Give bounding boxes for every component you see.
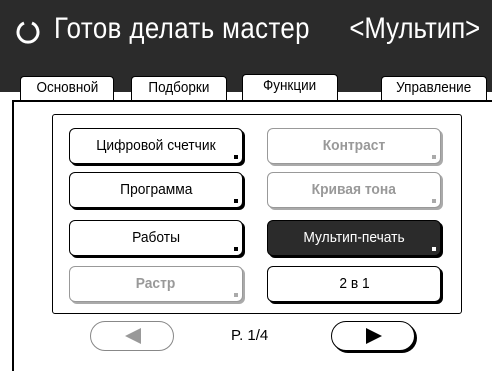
triangle-left-icon <box>125 328 141 344</box>
contrast-button[interactable]: Контраст <box>267 128 441 164</box>
functions-panel: Цифровой счетчик Контраст Программа Крив… <box>52 114 462 314</box>
tab-label: Управление <box>396 79 472 96</box>
tab-basic[interactable]: Основной <box>20 76 114 100</box>
tab-functions[interactable]: Функции <box>242 74 338 102</box>
button-label: Работы <box>132 229 180 246</box>
submenu-corner-icon <box>234 247 238 251</box>
tab-label: Функции <box>263 77 317 94</box>
button-label: Контраст <box>322 137 386 154</box>
button-label: Мультип-печать <box>303 229 405 246</box>
next-page-button[interactable] <box>331 321 415 351</box>
triangle-right-icon <box>366 328 382 344</box>
mode-text: <Мультип> <box>349 12 480 45</box>
multi-up-print-button[interactable]: Мультип-печать <box>267 220 441 256</box>
button-label: Цифровой счетчик <box>96 137 216 154</box>
tab-label: Подборки <box>148 79 210 96</box>
button-label: Растр <box>136 275 176 292</box>
tab-management[interactable]: Управление <box>381 76 487 100</box>
submenu-corner-icon <box>432 247 436 251</box>
tab-label: Основной <box>36 79 98 96</box>
submenu-corner-icon <box>432 155 436 159</box>
page-indicator: P. 1/4 <box>231 327 269 344</box>
tone-curve-button[interactable]: Кривая тона <box>267 172 441 208</box>
button-label: Кривая тона <box>311 181 397 198</box>
submenu-corner-icon <box>234 199 238 203</box>
screen-button[interactable]: Растр <box>69 266 243 302</box>
button-label: Программа <box>119 181 193 198</box>
submenu-corner-icon <box>234 155 238 159</box>
submenu-corner-icon <box>234 293 238 297</box>
button-label: 2 в 1 <box>338 275 370 292</box>
prev-page-button[interactable] <box>90 321 174 351</box>
jobs-button[interactable]: Работы <box>69 220 243 256</box>
tab-selections[interactable]: Подборки <box>131 76 227 100</box>
two-up-button[interactable]: 2 в 1 <box>267 266 441 302</box>
program-button[interactable]: Программа <box>69 172 243 208</box>
circle-status-icon <box>16 21 40 44</box>
digital-counter-button[interactable]: Цифровой счетчик <box>69 128 243 164</box>
submenu-corner-icon <box>432 199 436 203</box>
status-text: Готов делать мастер <box>54 12 310 45</box>
functions-content: Цифровой счетчик Контраст Программа Крив… <box>12 100 492 371</box>
